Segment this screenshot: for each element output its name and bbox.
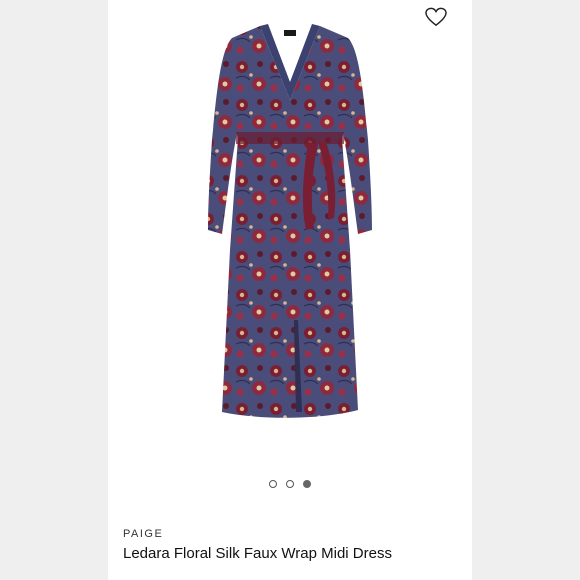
product-title[interactable]: Ledara Floral Silk Faux Wrap Midi Dress <box>123 545 392 562</box>
carousel-dot-1[interactable] <box>269 480 277 488</box>
image-carousel-indicators <box>0 480 580 488</box>
favorite-button[interactable] <box>424 6 448 28</box>
product-image[interactable] <box>200 20 380 430</box>
product-brand[interactable]: PAIGE <box>123 528 163 540</box>
dress-label <box>284 30 296 36</box>
carousel-dot-3[interactable] <box>303 480 311 488</box>
heart-outline-icon <box>425 7 447 27</box>
carousel-dot-2[interactable] <box>286 480 294 488</box>
dress-waist-tie <box>236 132 344 144</box>
